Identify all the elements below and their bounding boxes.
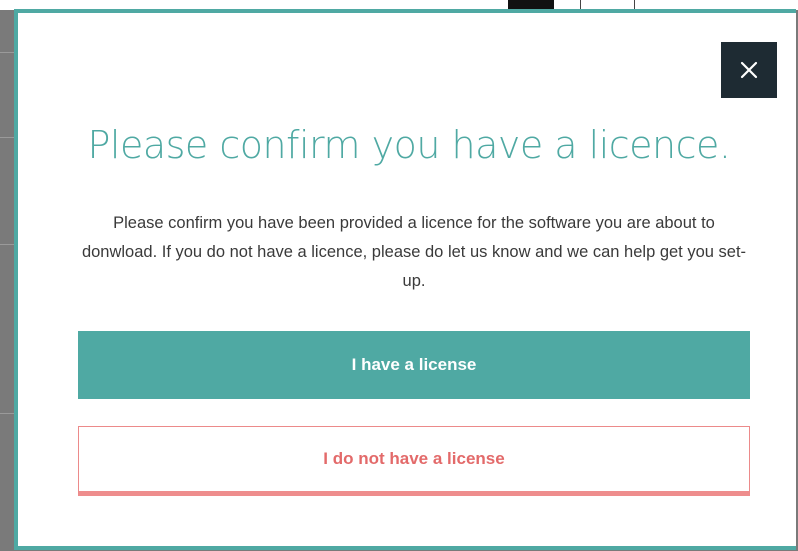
close-button[interactable]	[721, 42, 777, 98]
have-license-button[interactable]: I have a license	[78, 331, 750, 399]
modal-title: Please confirm you have a licence.	[87, 123, 731, 167]
licence-confirm-modal: Please confirm you have a licence. Pleas…	[14, 9, 796, 550]
modal-message: Please confirm you have been provided a …	[81, 214, 747, 290]
close-icon	[740, 61, 758, 79]
background-divider	[0, 413, 14, 414]
no-license-button[interactable]: I do not have a license	[78, 426, 750, 496]
background-divider	[0, 137, 14, 138]
background-divider	[0, 52, 14, 53]
background-divider	[0, 244, 14, 245]
